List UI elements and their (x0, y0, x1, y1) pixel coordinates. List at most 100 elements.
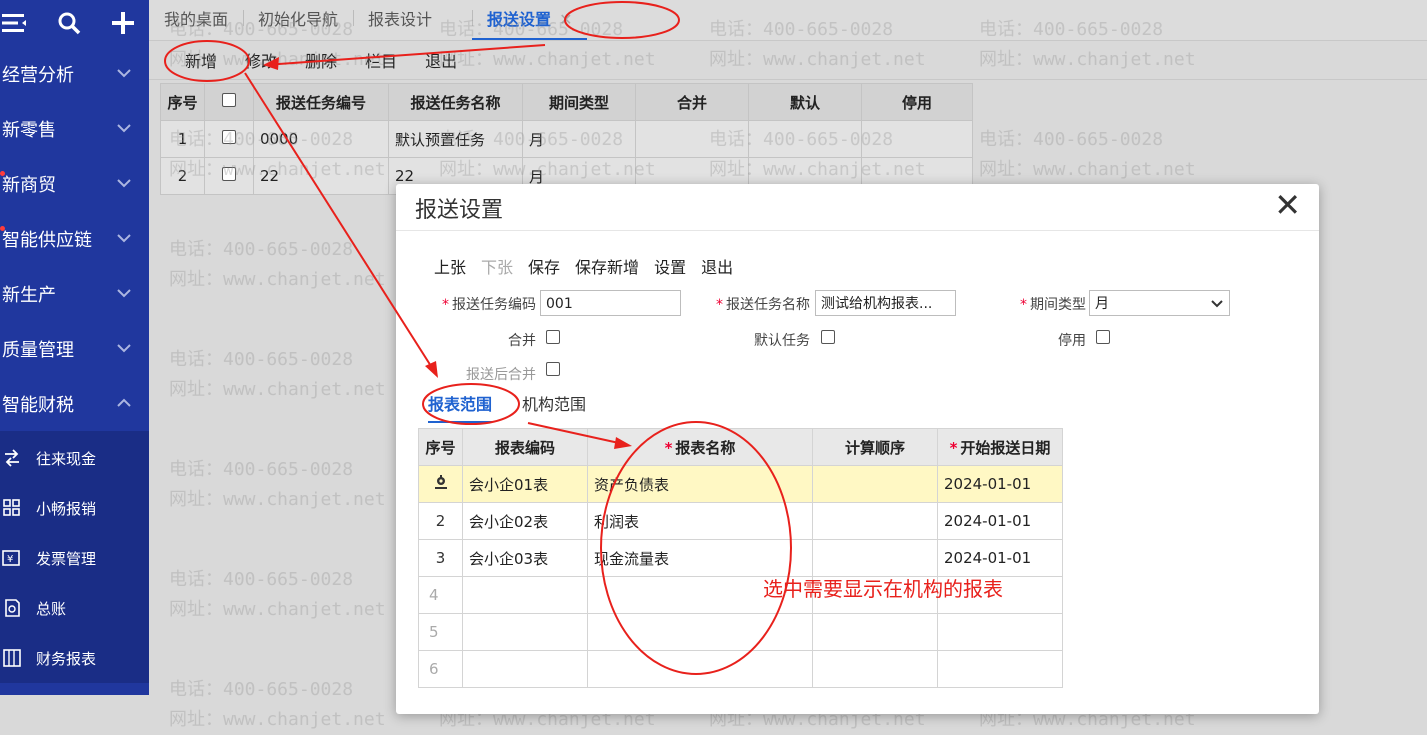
chevron-down-icon (117, 286, 131, 302)
start-date-cell[interactable] (937, 613, 1063, 651)
sidebar-menu-item[interactable]: 智能供应链 (0, 211, 149, 266)
merge-checkbox[interactable] (546, 330, 560, 344)
row-settings-cell[interactable] (418, 465, 463, 503)
sidebar-submenu-item[interactable]: 往来现金 (0, 433, 149, 483)
table-row[interactable]: 会小企01表 资产负债表 2024-01-01 (418, 465, 1063, 503)
sidebar-menu-label: 新商贸 (2, 174, 56, 196)
row-checkbox[interactable] (222, 167, 236, 181)
merge-after-send-checkbox[interactable] (546, 362, 560, 376)
tab-label: 报送设置 (487, 10, 552, 29)
calc-order-cell[interactable] (812, 502, 938, 540)
watermark-phone: 电话：400-665-0028 (169, 349, 354, 370)
start-date-cell[interactable] (937, 650, 1063, 688)
notification-dot (0, 226, 5, 231)
sidebar-menu-item[interactable]: 新商贸 (0, 156, 149, 211)
row-checkbox[interactable] (222, 130, 236, 144)
dialog-toolbar-button[interactable]: 下张 (481, 254, 513, 278)
watermark: 电话：400-665-0028 网址：www.chanjet.net (169, 675, 386, 735)
merge-after-send-label: 报送后合并 (466, 367, 536, 383)
row-select-cell[interactable] (204, 157, 254, 195)
table-row[interactable]: 1 0000 默认预置任务月 (160, 120, 973, 158)
sidebar-submenu: 往来现金 小畅报销 ¥ 发票管理 总账 财务报表 (0, 431, 149, 683)
col-start-date: * 开始报送日期 (937, 428, 1063, 466)
period-type-label: * 期间类型 (1020, 297, 1086, 313)
sidebar-menu-item[interactable]: 新生产 (0, 266, 149, 321)
toolbar-button[interactable]: 删除 (289, 48, 349, 72)
dialog-toolbar-button[interactable]: 设置 (654, 254, 686, 278)
report-code-cell (462, 576, 588, 614)
row-select-cell[interactable] (204, 120, 254, 158)
tab-org-scope[interactable]: 机构范围 (522, 391, 586, 423)
sidebar-submenu-item[interactable]: ¥ 发票管理 (0, 533, 149, 583)
col-select-all[interactable] (204, 83, 254, 121)
dialog-toolbar-button[interactable]: 退出 (701, 254, 733, 278)
sidebar-menu-label: 新生产 (2, 284, 56, 306)
tab-bar: 我的桌面 初始化导航 报表设计 报送设置 ✕ (149, 0, 1427, 41)
sidebar-submenu-item[interactable]: 财务报表 (0, 633, 149, 683)
col-period-type: 期间类型 (522, 83, 636, 121)
table-row[interactable]: 3 会小企03表 现金流量表 2024-01-01 (418, 539, 1063, 577)
select-all-checkbox[interactable] (222, 93, 236, 107)
tab-item[interactable]: 初始化导航 (243, 6, 353, 40)
sidebar-menu-item[interactable]: 质量管理 (0, 321, 149, 376)
report-name-cell[interactable]: 资产负债表 (587, 465, 813, 503)
watermark: 电话：400-665-0028 网址：www.chanjet.net (169, 565, 386, 625)
gear-icon[interactable] (433, 475, 449, 494)
dialog-toolbar-button[interactable]: 保存 (528, 254, 560, 278)
watermark-phone: 电话：400-665-0028 (169, 459, 354, 480)
calc-order-cell[interactable] (812, 650, 938, 688)
table-row[interactable]: 5 (418, 613, 1063, 651)
start-date-cell[interactable]: 2024-01-01 (937, 539, 1063, 577)
table-row[interactable]: 2 会小企02表 利润表 2024-01-01 (418, 502, 1063, 540)
dialog-toolbar-button[interactable]: 上张 (434, 254, 466, 278)
period-type-select[interactable]: 月 (1089, 290, 1230, 316)
report-name-cell[interactable] (587, 613, 813, 651)
sidebar-menu-label: 经营分析 (2, 64, 74, 86)
task-code-input[interactable]: 001 (540, 290, 681, 316)
sidebar-submenu-item[interactable]: 小畅报销 (0, 483, 149, 533)
start-date-cell[interactable]: 2024-01-01 (937, 502, 1063, 540)
watermark: 电话：400-665-0028 网址：www.chanjet.net (169, 345, 386, 405)
annotation-text: 选中需要显示在机构的报表 (763, 577, 1003, 601)
toolbar-button[interactable]: 栏目 (349, 48, 409, 72)
tab-report-scope[interactable]: 报表范围 (428, 391, 493, 423)
toolbar-button[interactable]: 退出 (409, 48, 469, 72)
default-task-checkbox[interactable] (821, 330, 835, 344)
calc-order-cell[interactable] (812, 613, 938, 651)
sidebar-menu-item[interactable]: 智能财税 (0, 376, 149, 431)
sidebar-menu-label: 质量管理 (2, 339, 74, 361)
disable-cell (861, 120, 973, 158)
search-icon[interactable] (54, 8, 84, 38)
watermark-phone: 电话：400-665-0028 (979, 129, 1164, 150)
tab-item[interactable]: 我的桌面 (149, 6, 243, 40)
tab-item[interactable]: 报送设置 ✕ (472, 6, 588, 40)
task-name-input[interactable]: 测试给机构报表... (815, 290, 956, 316)
menu-toggle-icon[interactable] (0, 8, 30, 38)
tab-item[interactable]: 报表设计 (353, 6, 447, 40)
start-date-cell[interactable]: 2024-01-01 (937, 465, 1063, 503)
sidebar-submenu-item[interactable]: 总账 (0, 583, 149, 633)
calc-order-cell[interactable] (812, 465, 938, 503)
tab-label: 我的桌面 (164, 10, 229, 29)
toolbar-button[interactable]: 新增 (169, 48, 229, 72)
task-code-label: * 报送任务编码 (442, 297, 536, 313)
sidebar-top (0, 0, 149, 46)
task-name-label: * 报送任务名称 (716, 297, 810, 313)
grid-icon (2, 498, 22, 518)
disable-checkbox[interactable] (1096, 330, 1110, 344)
add-icon[interactable] (108, 8, 138, 38)
sidebar-menu-item[interactable]: 经营分析 (0, 46, 149, 101)
table-row[interactable]: 6 (418, 650, 1063, 688)
tab-close-icon[interactable]: ✕ (559, 10, 572, 29)
sidebar-menu-item[interactable]: 新零售 (0, 101, 149, 156)
dialog-toolbar-button[interactable]: 保存新增 (575, 254, 639, 278)
watermark-phone: 电话：400-665-0028 (169, 239, 354, 260)
col-default: 默认 (748, 83, 862, 121)
report-name-cell[interactable]: 现金流量表 (587, 539, 813, 577)
calc-order-cell[interactable] (812, 539, 938, 577)
report-name-cell[interactable] (587, 650, 813, 688)
report-name-cell[interactable]: 利润表 (587, 502, 813, 540)
toolbar-button[interactable]: 修改 (229, 48, 289, 72)
dialog-title: 报送设置 (415, 198, 504, 223)
dialog-close-icon[interactable]: ✕ (1274, 186, 1301, 224)
